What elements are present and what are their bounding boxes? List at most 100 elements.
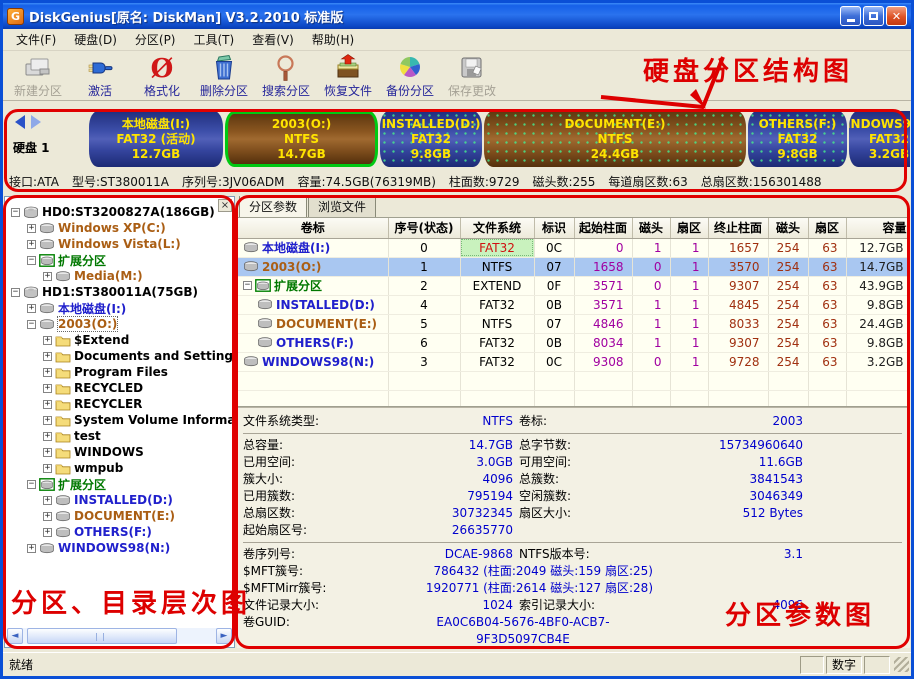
expand-toggle-icon[interactable]: − bbox=[27, 479, 36, 489]
column-header[interactable]: 终止柱面 bbox=[708, 218, 769, 239]
tree-item[interactable]: + RECYCLED bbox=[7, 380, 232, 396]
cell: 4845 bbox=[708, 295, 769, 315]
expand-toggle-icon[interactable]: + bbox=[43, 527, 52, 537]
expand-toggle-icon[interactable]: − bbox=[27, 255, 36, 265]
expand-toggle-icon[interactable]: + bbox=[43, 447, 52, 457]
cell: 63 bbox=[808, 314, 847, 334]
column-header[interactable]: 磁头 bbox=[632, 218, 671, 239]
partition-segment[interactable]: 2003(O:) NTFS 14.7GB bbox=[225, 111, 378, 167]
expand-toggle-icon[interactable]: + bbox=[43, 511, 52, 521]
maximize-button[interactable] bbox=[863, 6, 884, 26]
partition-row[interactable]: INSTALLED(D:) 4 FAT32 0B 3571 1 1 4845 254 63 9.8G… bbox=[238, 295, 909, 315]
tree-item[interactable]: + Windows Vista(L:) bbox=[7, 236, 232, 252]
tree-item[interactable]: + $Extend bbox=[7, 332, 232, 348]
resize-grip[interactable] bbox=[894, 657, 909, 672]
tree-item[interactable]: + test bbox=[7, 428, 232, 444]
partition-segment[interactable]: 本地磁盘(I:) FAT32 (活动) 12.7GB bbox=[89, 111, 223, 167]
tree-item[interactable]: − 扩展分区 bbox=[7, 252, 232, 268]
expand-toggle-icon[interactable]: + bbox=[43, 367, 52, 377]
expand-toggle-icon[interactable]: + bbox=[27, 223, 36, 233]
tree-item[interactable]: + Program Files bbox=[7, 364, 232, 380]
expand-toggle-icon[interactable]: + bbox=[43, 271, 52, 281]
partition-row[interactable]: OTHERS(F:) 6 FAT32 0B 8034 1 1 9307 254 63 9.8GB bbox=[238, 333, 909, 353]
expand-toggle-icon[interactable]: + bbox=[43, 351, 52, 361]
tree-item[interactable]: + WINDOWS bbox=[7, 444, 232, 460]
search-partition-button[interactable]: 搜索分区 bbox=[255, 53, 317, 99]
tree-item[interactable]: + DOCUMENT(E:) bbox=[7, 508, 232, 524]
new-partition-icon bbox=[23, 54, 53, 82]
column-header[interactable]: 卷标 bbox=[238, 218, 389, 239]
partition-row[interactable]: 本地磁盘(I:) 0 FAT32 0C 0 1 1 1657 254 63 12.7GB bbox=[238, 238, 909, 258]
menu-item[interactable]: 查看(V) bbox=[243, 29, 303, 50]
column-header[interactable]: 序号(状态) bbox=[388, 218, 461, 239]
expand-toggle-icon[interactable]: + bbox=[27, 543, 36, 553]
column-header[interactable]: 扇区 bbox=[670, 218, 709, 239]
expand-toggle-icon[interactable]: + bbox=[43, 463, 52, 473]
format-button[interactable]: Ø 格式化 bbox=[131, 53, 193, 99]
partition-segment[interactable]: WINDOWS98(N:)FAT323.2GB bbox=[849, 111, 910, 167]
partition-segment[interactable]: INSTALLED(D:) FAT32 9.8GB bbox=[380, 111, 482, 167]
tree-item[interactable]: − 2003(O:) bbox=[7, 316, 232, 332]
tab-browse-files[interactable]: 浏览文件 bbox=[308, 196, 377, 217]
menu-item[interactable]: 硬盘(D) bbox=[65, 29, 126, 50]
next-disk-button right-arrow-icon[interactable] bbox=[31, 115, 41, 129]
tree-item[interactable]: + Media(M:) bbox=[7, 268, 232, 284]
expand-toggle-icon[interactable]: − bbox=[11, 287, 20, 297]
recover-files-button[interactable]: 恢复文件 bbox=[317, 53, 379, 99]
expand-toggle-icon[interactable]: − bbox=[27, 319, 36, 329]
close-button[interactable]: ✕ bbox=[886, 6, 907, 26]
expand-toggle-icon[interactable]: + bbox=[43, 431, 52, 441]
tree-item[interactable]: + WINDOWS98(N:) bbox=[7, 540, 232, 556]
column-header[interactable]: 扇区 bbox=[808, 218, 847, 239]
tree-item[interactable]: + wmpub bbox=[7, 460, 232, 476]
expand-toggle-icon[interactable]: − bbox=[11, 207, 20, 217]
tab-partition-params[interactable]: 分区参数 bbox=[239, 196, 308, 217]
expand-toggle-icon[interactable]: + bbox=[43, 495, 52, 505]
partition-row[interactable]: − 扩展分区 2 EXTEND 0F 3571 0 1 9307 254 63 43.9GB bbox=[238, 276, 909, 296]
partition-segment[interactable]: DOCUMENT(E:) NTFS 24.4GB bbox=[484, 111, 746, 167]
column-header[interactable]: 文件系统 bbox=[460, 218, 535, 239]
partition-row[interactable]: WINDOWS98(N:) 3 FAT32 0C 9308 0 1 9728 254 63 3.2G… bbox=[238, 352, 909, 372]
previous-disk-button left-arrow-icon[interactable] bbox=[15, 115, 25, 129]
tree-item[interactable]: + System Volume Informati bbox=[7, 412, 234, 428]
menu-item[interactable]: 工具(T) bbox=[185, 29, 244, 50]
tree-item[interactable]: − HD0:ST3200827A(186GB) bbox=[7, 204, 232, 220]
tree-item[interactable]: + OTHERS(F:) bbox=[7, 524, 232, 540]
expand-toggle-icon[interactable]: + bbox=[27, 239, 36, 249]
scroll-left-button left-arrow-icon[interactable]: ◄ bbox=[7, 628, 23, 644]
activate-button[interactable]: 激活 bbox=[69, 53, 131, 99]
horizontal-scrollbar[interactable]: ◄ ► bbox=[7, 628, 232, 644]
tree-item[interactable]: + RECYCLER bbox=[7, 396, 232, 412]
tree-item[interactable]: − HD1:ST380011A(75GB) bbox=[7, 284, 232, 300]
scroll-right-button right-arrow-icon[interactable]: ► bbox=[216, 628, 232, 644]
partition-segment[interactable]: OTHERS(F:) FAT32 9.8GB bbox=[748, 111, 847, 167]
partition-row[interactable]: DOCUMENT(E:) 5 NTFS 07 4846 1 1 8033 254 63 24.4GB bbox=[238, 314, 909, 334]
menu-item[interactable]: 文件(F) bbox=[7, 29, 65, 50]
column-header[interactable]: 容量 bbox=[846, 218, 909, 239]
column-header[interactable]: 起始柱面 bbox=[574, 218, 633, 239]
delete-partition-button[interactable]: 删除分区 bbox=[193, 53, 255, 99]
menu-item[interactable]: 帮助(H) bbox=[303, 29, 363, 50]
backup-partition-button[interactable]: 备份分区 bbox=[379, 53, 441, 99]
minimize-button[interactable] bbox=[840, 6, 861, 26]
scrollbar-thumb[interactable] bbox=[27, 628, 177, 644]
table-body: 本地磁盘(I:) 0 FAT32 0C 0 1 1 1657 254 63 12.7GB 2003(O… bbox=[238, 238, 909, 406]
tree-item[interactable]: + 本地磁盘(I:) bbox=[7, 300, 232, 316]
tree-item[interactable]: + Documents and Settings bbox=[7, 348, 234, 364]
toolbar-button-label: 恢复文件 bbox=[323, 84, 372, 98]
expand-toggle-icon[interactable]: + bbox=[27, 303, 36, 313]
expand-toggle-icon[interactable]: + bbox=[43, 335, 52, 345]
expand-toggle-icon[interactable]: − bbox=[243, 281, 252, 290]
tree-item[interactable]: + INSTALLED(D:) bbox=[7, 492, 232, 508]
expand-toggle-icon[interactable]: + bbox=[43, 415, 52, 425]
tree-item[interactable]: + Windows XP(C:) bbox=[7, 220, 232, 236]
expand-toggle-icon[interactable]: + bbox=[43, 383, 52, 393]
partition-row[interactable]: 2003(O:) 1 NTFS 07 1658 0 1 3570 254 63 14.7GB bbox=[238, 257, 909, 277]
tree-item[interactable]: − 扩展分区 bbox=[7, 476, 232, 492]
column-header[interactable]: 标识 bbox=[534, 218, 575, 239]
expand-toggle-icon[interactable]: + bbox=[43, 399, 52, 409]
menu-item[interactable]: 分区(P) bbox=[126, 29, 185, 50]
column-header[interactable]: 磁头 bbox=[768, 218, 809, 239]
partition-name-cell: WINDOWS98(N:) bbox=[238, 352, 389, 372]
app-logo-icon: G bbox=[7, 7, 24, 25]
